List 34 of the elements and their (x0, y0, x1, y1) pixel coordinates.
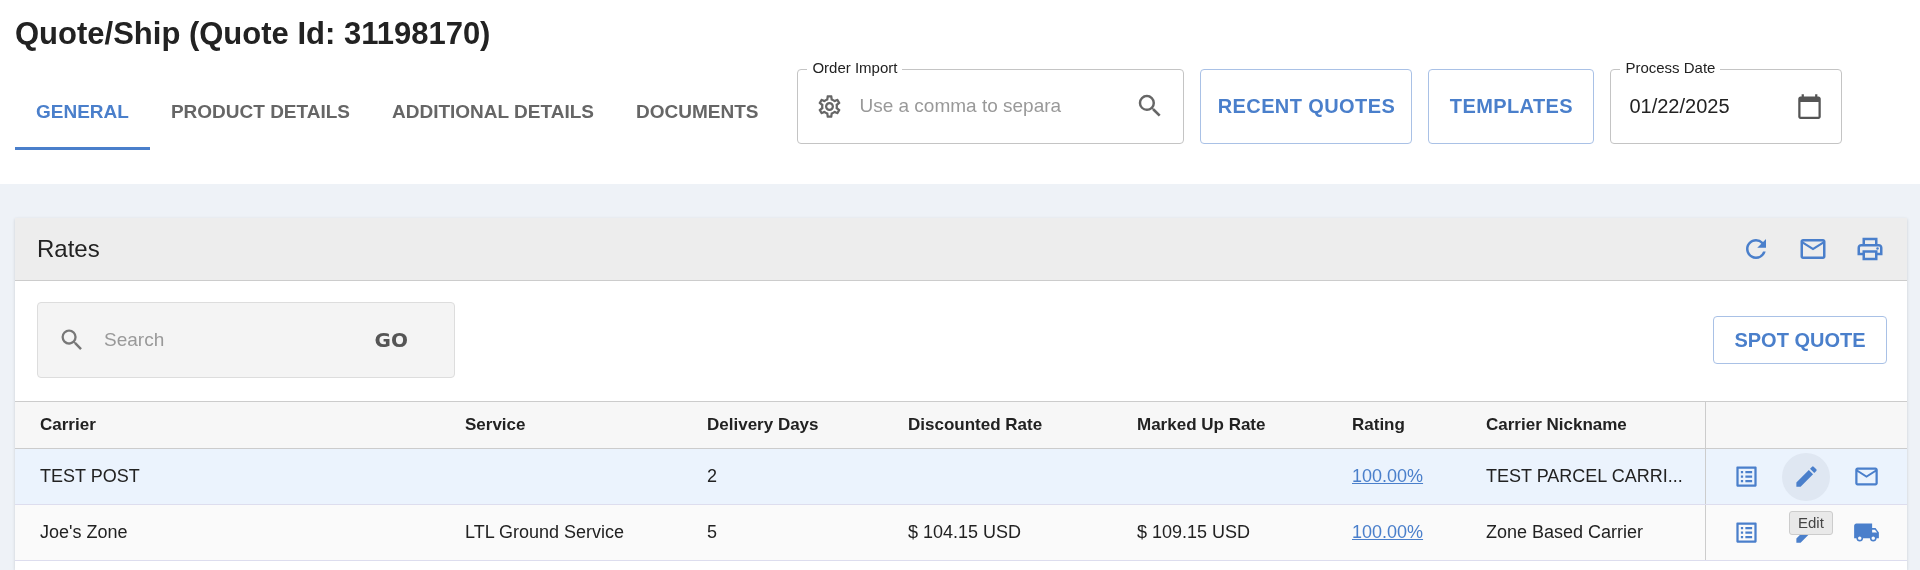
table-cell-text: $ 109.15 USD (1136, 522, 1252, 543)
table-cell-text: LTL Ground Service (464, 522, 626, 543)
column-header: Rating (1351, 415, 1406, 435)
table-row[interactable]: TEST POST 2 100.00% TEST PARCEL CARRI... (15, 449, 1907, 505)
calendar-icon[interactable] (1796, 92, 1824, 120)
table-cell-text: 5 (706, 522, 718, 543)
panel-title: Rates (37, 235, 101, 263)
order-import-field[interactable]: Use a comma to separa (857, 94, 1122, 118)
tab[interactable]: ADDITIONAL DETAILS (371, 76, 615, 150)
page-title: Quote/Ship (Quote Id: 31198170) (15, 15, 492, 53)
templates-button[interactable]: TEMPLATES (1428, 68, 1595, 144)
tab[interactable]: GENERAL (15, 76, 150, 150)
go-button[interactable]: GO (368, 327, 414, 353)
tab[interactable]: DOCUMENTS (614, 76, 780, 150)
action-button[interactable] (1782, 452, 1831, 501)
table-cell-text: TEST POST (39, 466, 141, 487)
table-cell-text: TEST PARCEL CARRI... (1485, 466, 1684, 487)
search-field[interactable]: Search (102, 328, 353, 352)
rating-link[interactable]: 100.00% (1352, 466, 1424, 486)
table-cell-text: 2 (706, 466, 718, 487)
column-header: Service (464, 415, 527, 435)
column-header: Delivery Days (706, 415, 820, 435)
recent-quotes-button[interactable]: RECENT QUOTES (1200, 68, 1413, 144)
table-cell-text: Joe's Zone (39, 522, 129, 543)
column-header: Carrier (39, 415, 97, 435)
spot-quote-button[interactable]: SPOT QUOTE (1713, 316, 1887, 364)
column-header: Carrier Nickname (1485, 415, 1628, 435)
tooltip: Edit (1789, 511, 1833, 535)
column-header: Marked Up Rate (1136, 415, 1267, 435)
column-header: Discounted Rate (907, 415, 1044, 435)
tab[interactable]: PRODUCT DETAILS (149, 76, 371, 150)
rating-link[interactable]: 100.00% (1352, 522, 1424, 542)
table-cell-text: Zone Based Carrier (1485, 522, 1645, 543)
table-cell-text: $ 104.15 USD (907, 522, 1023, 543)
